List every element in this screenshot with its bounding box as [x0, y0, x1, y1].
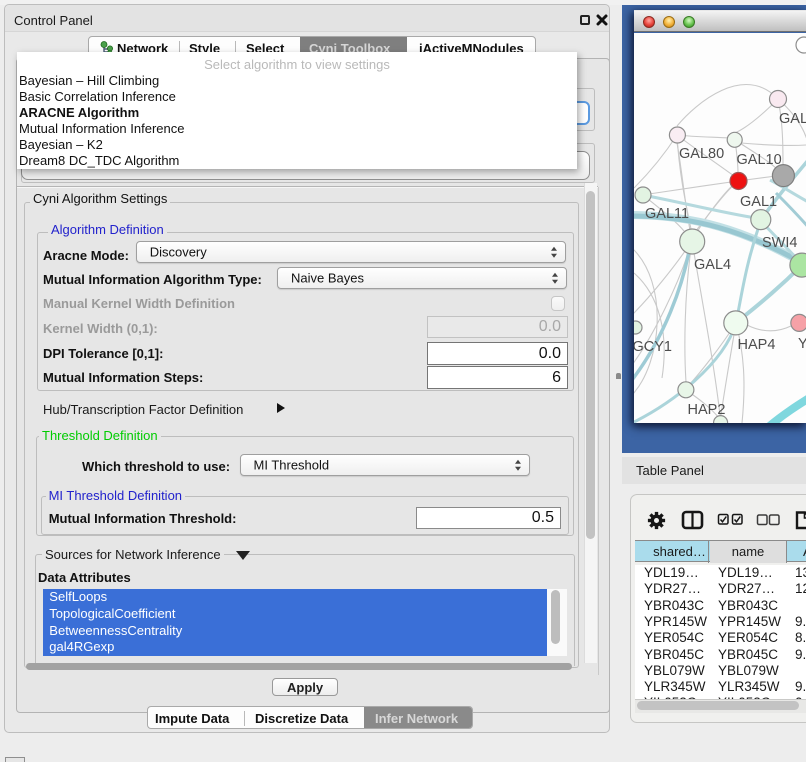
- svg-text:HAP4: HAP4: [738, 337, 776, 353]
- svg-text:GCY1: GCY1: [634, 339, 672, 355]
- svg-text:GAL2: GAL2: [779, 111, 806, 127]
- svg-text:GAL1: GAL1: [740, 194, 777, 210]
- svg-text:GAL4: GAL4: [694, 257, 731, 273]
- svg-text:HAP2: HAP2: [688, 402, 726, 418]
- svg-text:SWI4: SWI4: [762, 235, 797, 251]
- svg-text:GAL11: GAL11: [645, 206, 689, 222]
- svg-text:Y: Y: [798, 336, 806, 352]
- svg-text:GAL80: GAL80: [679, 146, 724, 162]
- svg-text:GAL10: GAL10: [737, 152, 782, 168]
